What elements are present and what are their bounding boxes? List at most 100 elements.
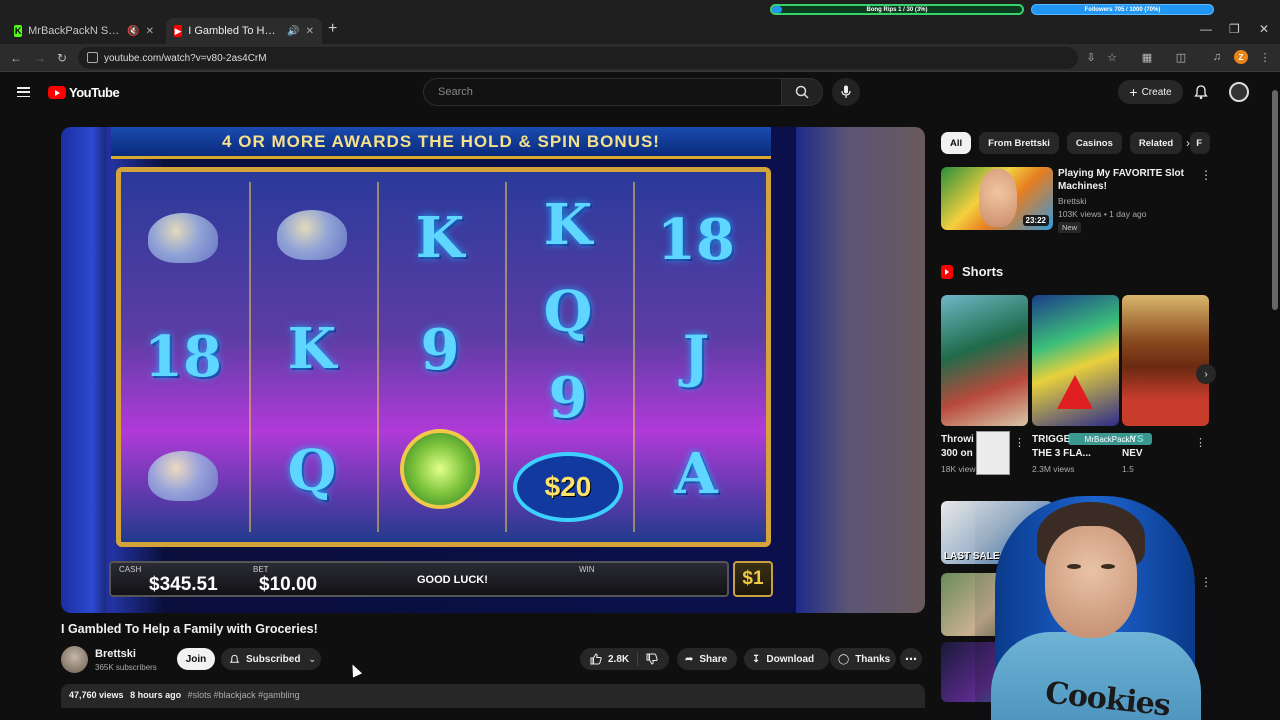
thanks-button[interactable]: ◯ Thanks	[830, 648, 896, 670]
create-button[interactable]: + Create	[1118, 80, 1183, 104]
create-label: Create	[1141, 86, 1172, 98]
subscriber-count: 365K subscribers	[95, 663, 157, 672]
more-icon: ⋯	[905, 652, 917, 666]
install-icon[interactable]: ⇩	[1084, 51, 1098, 65]
bookmark-star-icon[interactable]: ☆	[1105, 51, 1119, 65]
denomination-badge: $1	[733, 561, 773, 597]
back-icon[interactable]: ←	[10, 51, 22, 65]
filter-chips: All From Brettski Casinos Related F	[941, 132, 1214, 154]
like-dislike-group: 2.8K	[580, 648, 669, 670]
reel-symbol: 18	[657, 207, 735, 274]
new-badge: New	[1058, 222, 1082, 233]
like-button[interactable]: 2.8K	[580, 652, 639, 666]
site-info-icon[interactable]	[87, 52, 98, 63]
recommended-channel[interactable]: Brettski	[1058, 196, 1086, 206]
chip-partial[interactable]: F	[1190, 132, 1211, 154]
download-button[interactable]: ↧ Download	[744, 648, 829, 670]
new-tab-button[interactable]: +	[328, 20, 337, 38]
reel-symbol: Q	[287, 438, 337, 504]
browser-menu-icon[interactable]: ⋮	[1258, 51, 1272, 65]
like-count: 2.8K	[608, 653, 630, 665]
recommended-meta: 103K views • 1 day ago	[1058, 209, 1147, 219]
notifications-bell-icon[interactable]	[1193, 84, 1209, 100]
url-field[interactable]: youtube.com/watch?v=v80-2as4CrM	[78, 47, 1078, 69]
video-player[interactable]: 4 OR MORE AWARDS THE HOLD & SPIN BONUS! …	[61, 127, 925, 613]
video-duration: 23:22	[1022, 215, 1049, 226]
short-views: 18K views	[941, 464, 980, 474]
gold-ingot-symbol	[148, 451, 218, 502]
restore-icon[interactable]: ❐	[1229, 22, 1240, 36]
youtube-header: YouTube + Create	[0, 72, 1280, 116]
extensions-icon[interactable]: ▦	[1140, 51, 1154, 65]
subscribed-button[interactable]: Subscribed ⌄	[221, 648, 321, 670]
short-thumbnail[interactable]	[941, 295, 1028, 426]
close-tab-icon[interactable]: ✕	[146, 26, 154, 37]
voice-search-button[interactable]	[832, 78, 860, 106]
stream-overlay-label: MrBackPackN	[1068, 433, 1152, 445]
background-blur	[796, 127, 925, 613]
chip-related[interactable]: Related	[1129, 132, 1183, 154]
scrollbar-thumb[interactable]	[1272, 90, 1278, 310]
subscribed-label: Subscribed	[246, 653, 301, 665]
machine-message: GOOD LUCK!	[417, 574, 488, 586]
dislike-button[interactable]	[638, 653, 658, 665]
chip-casinos[interactable]: Casinos	[1066, 132, 1122, 154]
search-input[interactable]	[423, 78, 781, 106]
reel-symbol: K	[287, 316, 337, 382]
thumbs-down-icon	[646, 653, 658, 665]
short-thumbnail[interactable]	[1122, 295, 1209, 426]
prize-coin: $20	[513, 451, 623, 522]
tab-title: I Gambled To Help a Family	[188, 25, 281, 37]
face	[1045, 526, 1137, 638]
close-window-icon[interactable]: ✕	[1259, 22, 1269, 36]
share-button[interactable]: ➦ Share	[677, 648, 737, 670]
chip-all[interactable]: All	[941, 132, 972, 154]
youtube-logo[interactable]: YouTube	[48, 85, 120, 100]
upload-time: 8 hours ago	[130, 690, 182, 700]
recommended-title[interactable]: Playing My FAVORITE Slot Machines!	[1058, 167, 1193, 193]
search-button[interactable]	[781, 78, 823, 106]
goal-label: Bong Rips 1 / 30 (3%)	[866, 6, 928, 13]
thumbs-up-icon	[590, 653, 602, 665]
description-box[interactable]: 47,760 views 8 hours ago #slots #blackja…	[61, 684, 925, 708]
sidebar-icon[interactable]: ◫	[1174, 51, 1188, 65]
reel-symbol: 9	[548, 365, 588, 432]
recommended-thumbnail[interactable]: 23:22	[941, 167, 1053, 230]
more-vert-icon[interactable]: ⋮	[1200, 168, 1212, 182]
hashtags[interactable]: #slots #blackjack #gambling	[188, 690, 300, 700]
shorts-icon	[941, 264, 953, 279]
video-title: I Gambled To Help a Family with Grocerie…	[61, 622, 318, 636]
goal-label: Followers 705 / 1000 (70%)	[1084, 6, 1161, 13]
media-icon[interactable]: ♫	[1210, 51, 1224, 65]
channel-name[interactable]: Brettski	[95, 648, 136, 660]
audio-icon[interactable]: 🔊	[287, 26, 299, 37]
more-vert-icon[interactable]: ⋮	[1195, 436, 1206, 449]
reel-symbol: J	[682, 323, 710, 390]
profile-avatar[interactable]: Z	[1234, 50, 1248, 64]
reload-icon[interactable]: ↻	[57, 51, 67, 65]
short-thumbnail[interactable]	[1032, 295, 1119, 426]
more-vert-icon[interactable]: ⋮	[1014, 436, 1025, 449]
reel-symbol: 18	[144, 323, 222, 390]
browser-tab-youtube[interactable]: ▶ I Gambled To Help a Family 🔊 ✕	[166, 18, 322, 44]
chevron-right-icon[interactable]: ›	[1186, 136, 1190, 150]
minimize-icon[interactable]: —	[1200, 22, 1212, 36]
short-views: 1.5	[1122, 464, 1134, 474]
mute-icon[interactable]: 🔇	[127, 26, 139, 37]
forward-icon[interactable]: →	[34, 51, 46, 65]
view-count: 47,760 views	[69, 690, 124, 700]
chip-from-brettski[interactable]: From Brettski	[979, 132, 1059, 154]
search-icon	[795, 85, 809, 99]
bonus-banner: 4 OR MORE AWARDS THE HOLD & SPIN BONUS!	[111, 127, 771, 159]
kick-icon: K	[14, 25, 23, 37]
more-actions-button[interactable]: ⋯	[900, 648, 922, 670]
join-button[interactable]: Join	[177, 648, 215, 670]
shorts-next-button[interactable]: ›	[1196, 364, 1216, 384]
channel-avatar[interactable]	[61, 646, 88, 673]
menu-icon[interactable]	[17, 87, 30, 97]
machine-credit-bar: CASH $345.51 BET $10.00 GOOD LUCK! WIN	[109, 561, 729, 597]
close-tab-icon[interactable]: ✕	[306, 26, 314, 37]
browser-tab-kick[interactable]: K MrBackPackN Stream - Wat 🔇 ✕	[6, 18, 162, 44]
account-avatar[interactable]	[1229, 82, 1249, 102]
reel: 18	[121, 182, 245, 532]
